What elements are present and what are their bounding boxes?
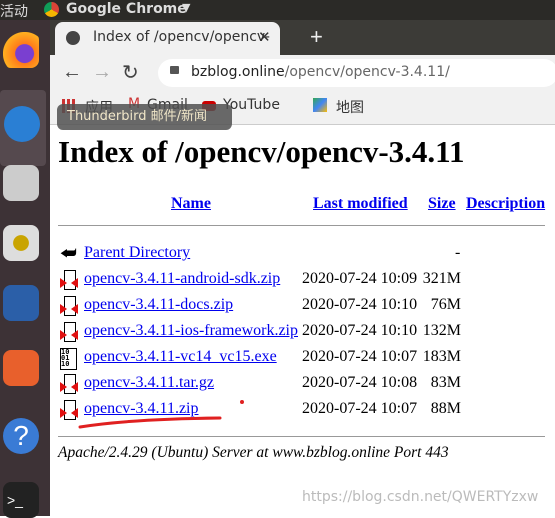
sort-last-modified[interactable]: Last modified	[313, 195, 408, 213]
archive-icon	[60, 296, 78, 316]
file-size: 88M	[430, 400, 461, 417]
files-icon[interactable]	[3, 165, 39, 201]
lock-icon	[170, 66, 179, 74]
file-modified: 2020-07-24 10:09	[302, 270, 418, 287]
divider	[58, 436, 545, 437]
rhythmbox-icon[interactable]	[3, 225, 39, 261]
server-signature: Apache/2.4.29 (Ubuntu) Server at www.bzb…	[58, 444, 449, 461]
red-annotation	[78, 400, 244, 429]
url-path: /opencv/opencv-3.4.11/	[284, 64, 450, 80]
file-size: 132M	[422, 322, 461, 339]
file-size: 83M	[430, 374, 461, 391]
help-icon[interactable]: ?	[3, 418, 39, 454]
forward-icon[interactable]: →	[92, 61, 112, 84]
thunderbird-icon[interactable]	[0, 90, 46, 166]
back-arrow-icon: ⮨	[60, 243, 77, 263]
file-modified: 2020-07-24 10:07	[302, 348, 418, 365]
tab-title: Index of /opencv/opencv-	[93, 29, 270, 45]
software-icon[interactable]	[3, 350, 39, 386]
sort-name[interactable]: Name	[171, 195, 211, 213]
activities-button[interactable]: 活动	[0, 1, 28, 21]
writer-icon[interactable]	[3, 285, 39, 321]
dock: ? >_	[0, 20, 50, 518]
file-link[interactable]: opencv-3.4.11-ios-framework.zip	[84, 322, 298, 340]
annotation-dot	[240, 400, 244, 404]
archive-icon	[60, 374, 78, 394]
bookmark-maps[interactable]: 地图	[336, 97, 364, 117]
firefox-icon[interactable]	[3, 32, 39, 68]
watermark: https://blog.csdn.net/QWERTYzxw	[302, 489, 539, 505]
sort-description[interactable]: Description	[466, 195, 545, 213]
maps-icon	[313, 98, 327, 112]
app-menu[interactable]: Google Chrome	[66, 1, 187, 17]
archive-icon	[60, 322, 78, 342]
file-link[interactable]: opencv-3.4.11-android-sdk.zip	[84, 270, 280, 288]
archive-icon	[60, 270, 78, 290]
sort-size[interactable]: Size	[428, 195, 456, 213]
file-link[interactable]: opencv-3.4.11.tar.gz	[84, 374, 214, 392]
terminal-icon[interactable]: >_	[3, 482, 39, 518]
divider	[58, 225, 545, 226]
page-title: Index of /opencv/opencv-3.4.11	[58, 134, 465, 169]
url-host: bzblog.online	[191, 64, 285, 80]
file-link[interactable]: opencv-3.4.11-vc14_vc15.exe	[84, 348, 277, 366]
annotation-underline	[78, 416, 222, 429]
new-tab-button[interactable]: +	[310, 24, 323, 50]
file-modified: 2020-07-24 10:10	[302, 296, 418, 313]
parent-size: -	[455, 244, 461, 261]
file-size: 183M	[422, 348, 461, 365]
file-size: 321M	[422, 270, 461, 287]
tooltip: Thunderbird 邮件/新闻	[57, 104, 232, 130]
file-modified: 2020-07-24 10:10	[302, 322, 418, 339]
binary-icon: 10 01 10	[60, 348, 77, 370]
file-modified: 2020-07-24 10:07	[302, 400, 418, 417]
globe-icon	[66, 31, 80, 45]
file-size: 76M	[430, 296, 461, 313]
parent-directory-link[interactable]: Parent Directory	[84, 244, 190, 262]
system-top-bar: 活动 Google Chrome ▼	[0, 0, 555, 20]
close-icon[interactable]: ✕	[258, 28, 271, 46]
tab-active[interactable]: Index of /opencv/opencv- ✕	[55, 22, 280, 55]
reload-icon[interactable]: ↻	[122, 60, 139, 85]
file-modified: 2020-07-24 10:08	[302, 374, 418, 391]
file-link[interactable]: opencv-3.4.11-docs.zip	[84, 296, 233, 314]
chrome-logo-icon	[44, 2, 59, 17]
back-icon[interactable]: ←	[62, 61, 82, 84]
caret-down-icon[interactable]: ▼	[182, 1, 190, 14]
address-bar[interactable]: bzblog.online/opencv/opencv-3.4.11/	[158, 59, 555, 87]
